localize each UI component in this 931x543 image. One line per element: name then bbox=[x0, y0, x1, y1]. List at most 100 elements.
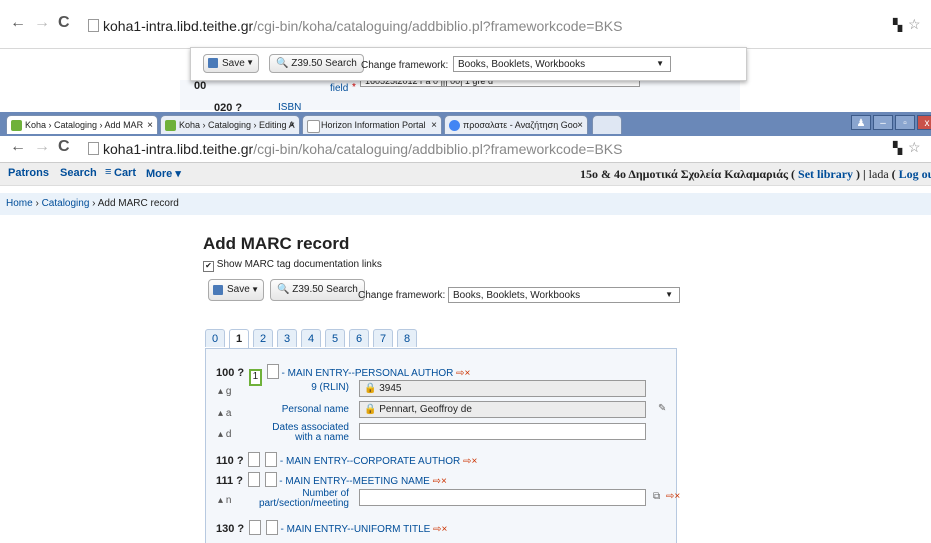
reload-button[interactable]: C bbox=[58, 14, 70, 32]
tab-7[interactable]: 7 bbox=[373, 329, 393, 347]
change-framework-label: Change framework: bbox=[358, 290, 446, 301]
url-host: koha1-intra.libd.teithe.gr bbox=[103, 18, 254, 34]
address-bar[interactable]: koha1-intra.libd.teithe.gr/cgi-bin/koha/… bbox=[88, 18, 623, 34]
tab-4[interactable]: 4 bbox=[301, 329, 321, 347]
framework-select[interactable]: Books, Booklets, Workbooks ▼ bbox=[448, 287, 680, 303]
clone-icon[interactable]: ⧉ bbox=[653, 491, 660, 502]
delete-field-icon[interactable]: ⇨× bbox=[456, 368, 470, 379]
field-111: 111 ? - MAIN ENTRY--MEETING NAME ⇨× bbox=[216, 472, 447, 487]
subfield-input-n[interactable] bbox=[359, 489, 646, 506]
field-name: - MAIN ENTRY--UNIFORM TITLE bbox=[280, 524, 431, 535]
close-window-icon[interactable]: x bbox=[917, 115, 931, 130]
translate-icon[interactable]: ▚ bbox=[893, 141, 902, 155]
close-icon[interactable]: × bbox=[289, 116, 295, 134]
bookmark-star-icon[interactable]: ☆ bbox=[908, 139, 921, 156]
tab-label: Koha › Cataloging › Editing A bbox=[179, 120, 295, 130]
tab-3[interactable]: 3 bbox=[277, 329, 297, 347]
new-tab-button[interactable] bbox=[592, 115, 622, 134]
help-link[interactable]: ? bbox=[237, 367, 244, 379]
z3950-label: Z39.50 Search bbox=[291, 58, 357, 69]
koha-top-nav: Patrons Search ≡ Cart More ▾ 15ο & 4ο Δη… bbox=[0, 163, 931, 186]
breadcrumb-current: Add MARC record bbox=[97, 198, 179, 209]
help-link[interactable]: ? bbox=[237, 455, 244, 467]
breadcrumb-cataloging[interactable]: Cataloging bbox=[42, 198, 90, 209]
close-icon[interactable]: × bbox=[431, 116, 437, 134]
z3950-search-button[interactable]: 🔍 Z39.50 Search bbox=[270, 279, 365, 301]
minimize-icon[interactable]: – bbox=[873, 115, 893, 130]
help-link[interactable]: ? bbox=[236, 475, 243, 487]
tab-label: Koha › Cataloging › Add MAR bbox=[25, 120, 144, 130]
breadcrumb: Home › Cataloging › Add MARC record bbox=[0, 193, 931, 215]
z3950-search-button[interactable]: 🔍 Z39.50 Search bbox=[269, 54, 364, 73]
delete-field-icon[interactable]: ⇨× bbox=[433, 476, 447, 487]
subfield-input-g[interactable]: 🔒 3945 bbox=[359, 380, 646, 397]
bookmark-star-icon[interactable]: ☆ bbox=[908, 16, 921, 33]
input-value: Pennart, Geoffroy de bbox=[379, 404, 472, 415]
behind-field-label: field bbox=[330, 83, 349, 94]
subfield-input-d[interactable] bbox=[359, 423, 646, 440]
forward-button[interactable]: → bbox=[34, 138, 50, 156]
maximize-icon[interactable]: ▫ bbox=[895, 115, 915, 130]
indicator-1[interactable] bbox=[248, 452, 261, 467]
subfield-input-a[interactable]: 🔒 Pennart, Geoffroy de bbox=[359, 401, 646, 418]
tab-koha-add-marc[interactable]: Koha › Cataloging › Add MAR × bbox=[6, 115, 158, 134]
edit-icon[interactable]: ✎ bbox=[658, 403, 666, 414]
show-links-checkbox[interactable]: ✔ bbox=[203, 261, 214, 272]
close-icon[interactable]: × bbox=[577, 116, 583, 134]
tab-1[interactable]: 1 bbox=[229, 329, 249, 348]
tab-8[interactable]: 8 bbox=[397, 329, 417, 347]
subfield-code-d: ▴ d bbox=[218, 429, 232, 440]
tab-0[interactable]: 0 bbox=[205, 329, 225, 347]
indicator-2[interactable] bbox=[265, 520, 278, 535]
tab-2[interactable]: 2 bbox=[253, 329, 273, 347]
nav-search[interactable]: Search bbox=[60, 167, 97, 179]
indicator-2[interactable] bbox=[266, 364, 279, 379]
indicator-2[interactable] bbox=[264, 472, 277, 487]
indicator-1[interactable]: 1 bbox=[248, 369, 262, 386]
floating-toolbar: Save ▼ 🔍 Z39.50 Search Change framework:… bbox=[190, 47, 747, 81]
save-button[interactable]: Save ▼ bbox=[203, 54, 259, 73]
tab-horizon[interactable]: Horizon Information Portal × bbox=[302, 115, 442, 134]
delete-field-icon[interactable]: ⇨× bbox=[463, 456, 477, 467]
page-icon bbox=[88, 142, 99, 155]
tab-google-search[interactable]: προσαλατε - Αναζήτηση Goo × bbox=[444, 115, 588, 134]
nav-patrons[interactable]: Patrons bbox=[8, 167, 49, 179]
save-button[interactable]: Save ▼ bbox=[208, 279, 264, 301]
delete-field-icon[interactable]: ⇨× bbox=[433, 524, 447, 535]
delete-subfield-icon[interactable]: ⇨× bbox=[666, 491, 680, 502]
framework-select[interactable]: Books, Booklets, Workbooks ▼ bbox=[453, 56, 671, 72]
field-tag: 130 ? bbox=[216, 523, 245, 535]
nav-more[interactable]: More ▾ bbox=[146, 167, 181, 180]
nav-cart[interactable]: Cart bbox=[114, 167, 136, 179]
tab-koha-editing[interactable]: Koha › Cataloging › Editing A × bbox=[160, 115, 300, 134]
set-library-link[interactable]: Set library bbox=[798, 167, 853, 181]
behind-tag-00: 00 bbox=[194, 80, 207, 92]
browser-toolbar: ← → C koha1-intra.libd.teithe.gr/cgi-bin… bbox=[0, 136, 931, 163]
url-path: /cgi-bin/koha/cataloguing/addbiblio.pl?f… bbox=[253, 141, 623, 157]
reload-button[interactable]: C bbox=[58, 138, 70, 156]
tab-5[interactable]: 5 bbox=[325, 329, 345, 347]
indicator-2[interactable] bbox=[265, 452, 278, 467]
behind-form-fragment: 00 field * 160525t2012 r a 0 ||| 00| 1 g… bbox=[180, 75, 740, 114]
framework-value: Books, Booklets, Workbooks bbox=[458, 59, 586, 70]
log-out-link[interactable]: Log out bbox=[899, 167, 931, 181]
page-icon bbox=[88, 19, 99, 32]
help-link[interactable]: ? bbox=[237, 523, 244, 535]
lock-icon: 🔒 bbox=[364, 404, 377, 415]
forward-button[interactable]: → bbox=[34, 14, 50, 32]
indicator-1[interactable] bbox=[247, 472, 260, 487]
tab-6[interactable]: 6 bbox=[349, 329, 369, 347]
indicator-1[interactable] bbox=[248, 520, 261, 535]
user-icon[interactable]: ♟ bbox=[851, 115, 871, 130]
address-bar[interactable]: koha1-intra.libd.teithe.gr/cgi-bin/koha/… bbox=[88, 141, 623, 157]
save-label: Save bbox=[227, 284, 250, 295]
close-icon[interactable]: × bbox=[147, 116, 153, 134]
translate-icon[interactable]: ▚ bbox=[893, 18, 902, 32]
change-framework-label: Change framework: bbox=[361, 60, 449, 71]
field-tag: 110 ? bbox=[216, 455, 244, 467]
field-130: 130 ? - MAIN ENTRY--UNIFORM TITLE ⇨× bbox=[216, 520, 447, 535]
back-button[interactable]: ← bbox=[10, 138, 26, 156]
back-button[interactable]: ← bbox=[10, 14, 26, 32]
breadcrumb-home[interactable]: Home bbox=[6, 198, 33, 209]
subfield-label: Number of part/section/meeting bbox=[258, 488, 349, 509]
